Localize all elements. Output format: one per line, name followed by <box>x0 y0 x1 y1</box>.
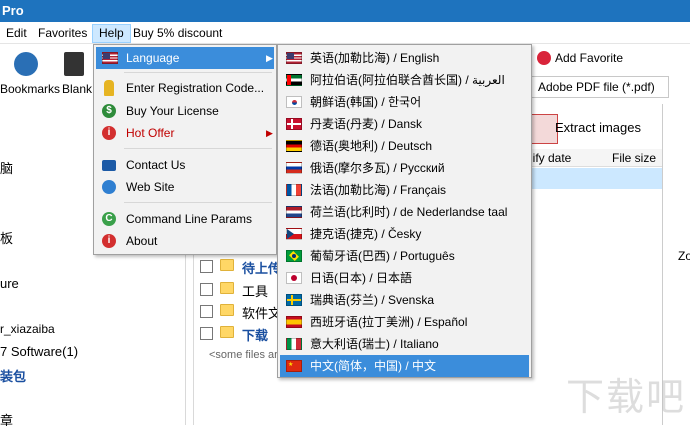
zoom-label: Zo <box>678 249 690 263</box>
language-item[interactable]: 朝鲜语(韩国) / 한국어 <box>280 91 529 113</box>
bookmarks-button[interactable]: Bookmarks <box>0 82 60 96</box>
dollar-icon: $ <box>102 104 116 118</box>
tree-item[interactable]: r_xiazaiba <box>0 322 55 336</box>
language-menu: 英语(加勒比海) / English 阿拉伯语(阿拉伯联合酋长国) / العر… <box>277 44 532 378</box>
hidden-files-note: <some files are <box>209 349 284 361</box>
uae-flag-icon <box>286 74 302 86</box>
language-item[interactable]: 意大利语(瑞士) / Italiano <box>280 333 529 355</box>
brazil-flag-icon <box>286 250 302 262</box>
globe-icon <box>102 180 116 194</box>
command-icon: C <box>102 212 116 226</box>
language-item[interactable]: 荷兰语(比利时) / de Nederlandse taal <box>280 201 529 223</box>
language-item[interactable]: 葡萄牙语(巴西) / Português <box>280 245 529 267</box>
menu-item-about[interactable]: i About <box>96 230 274 252</box>
language-item-selected[interactable]: ★ 中文(简体，中国) / 中文 <box>280 355 529 377</box>
folder-icon <box>220 304 234 316</box>
file-type-select[interactable]: Adobe PDF file (*.pdf) <box>519 76 669 98</box>
menu-help[interactable]: Help <box>92 24 131 43</box>
japan-flag-icon <box>286 272 302 284</box>
czech-flag-icon <box>286 228 302 240</box>
language-item[interactable]: 阿拉伯语(阿拉伯联合酋长国) / العربية <box>280 69 529 91</box>
korea-flag-icon <box>286 96 302 108</box>
menu-item-buy-license[interactable]: $ Buy Your License <box>96 100 274 122</box>
menu-separator <box>124 72 272 73</box>
language-item[interactable]: 德语(奥地利) / Deutsch <box>280 135 529 157</box>
italy-flag-icon <box>286 338 302 350</box>
submenu-arrow-icon: ▶ <box>266 47 273 69</box>
us-flag-icon <box>286 52 302 64</box>
menu-item-command-line[interactable]: C Command Line Params <box>96 208 274 230</box>
menu-separator <box>124 148 272 149</box>
extract-images-icon <box>528 114 558 144</box>
folder-icon <box>220 259 234 271</box>
netherlands-flag-icon <box>286 206 302 218</box>
menu-edit[interactable]: Edit <box>0 24 33 43</box>
language-item[interactable]: 英语(加勒比海) / English <box>280 47 529 69</box>
menu-bar: Edit Favorites Help Buy 5% discount <box>0 22 690 44</box>
column-file-size[interactable]: File size <box>612 151 656 165</box>
column-header-row: lify date File size <box>528 149 662 167</box>
menu-item-contact[interactable]: Contact Us <box>96 154 274 176</box>
title-bar: Pro <box>0 0 690 22</box>
us-flag-icon <box>102 52 118 64</box>
row-checkbox[interactable] <box>200 305 213 318</box>
sweden-flag-icon <box>286 294 302 306</box>
language-item[interactable]: 西班牙语(拉丁美洲) / Español <box>280 311 529 333</box>
tree-item[interactable]: 装包 <box>0 366 26 385</box>
russia-flag-icon <box>286 162 302 174</box>
menu-item-registration[interactable]: Enter Registration Code... <box>96 77 274 99</box>
language-item[interactable]: 日语(日本) / 日本語 <box>280 267 529 289</box>
column-modify-date[interactable]: lify date <box>530 151 571 165</box>
france-flag-icon <box>286 184 302 196</box>
bookmarks-icon <box>14 52 38 76</box>
language-item[interactable]: 法语(加勒比海) / Français <box>280 179 529 201</box>
tree-item[interactable]: 章 <box>0 410 13 429</box>
menu-favorites[interactable]: Favorites <box>32 24 93 43</box>
file-type-value: Adobe PDF file (*.pdf) <box>538 80 655 94</box>
submenu-arrow-icon: ▶ <box>266 122 273 144</box>
menu-separator <box>124 202 272 203</box>
extract-images-button[interactable]: Extract images <box>555 120 641 135</box>
heart-icon <box>537 51 551 65</box>
help-menu: Language ▶ Enter Registration Code... $ … <box>93 44 277 255</box>
tree-item[interactable]: ure <box>0 276 19 291</box>
row-checkbox[interactable] <box>200 260 213 273</box>
file-name: 工具 <box>242 281 268 300</box>
folder-icon <box>220 326 234 338</box>
row-checkbox[interactable] <box>200 327 213 340</box>
language-item[interactable]: 瑞典语(芬兰) / Svenska <box>280 289 529 311</box>
menu-buy-discount[interactable]: Buy 5% discount <box>127 24 228 43</box>
key-icon <box>104 80 114 96</box>
language-item[interactable]: 丹麦语(丹麦) / Dansk <box>280 113 529 135</box>
menu-item-website[interactable]: Web Site <box>96 176 274 198</box>
row-checkbox[interactable] <box>200 283 213 296</box>
language-item[interactable]: 俄语(摩尔多瓦) / Русский <box>280 157 529 179</box>
window-title: Pro <box>2 3 24 18</box>
add-favorite-button[interactable]: Add Favorite <box>555 51 623 65</box>
file-name: 下载 <box>242 325 268 344</box>
tree-item[interactable]: 脑 <box>0 158 13 177</box>
file-name: 待上传 <box>242 258 281 277</box>
menu-item-language[interactable]: Language ▶ <box>96 47 274 69</box>
file-name: 软件文 <box>242 303 281 322</box>
blank-page-icon <box>64 52 84 76</box>
menu-item-hot-offer[interactable]: i Hot Offer ▶ <box>96 122 274 144</box>
selected-row[interactable] <box>528 168 662 189</box>
tree-item[interactable]: 7 Software(1) <box>0 344 78 359</box>
germany-flag-icon <box>286 140 302 152</box>
folder-icon <box>220 282 234 294</box>
info-icon: i <box>102 234 116 248</box>
language-item[interactable]: 捷克语(捷克) / Česky <box>280 223 529 245</box>
spain-flag-icon <box>286 316 302 328</box>
tree-item[interactable]: 板 <box>0 228 13 247</box>
info-icon: i <box>102 126 116 140</box>
denmark-flag-icon <box>286 118 302 130</box>
mail-icon <box>102 160 116 171</box>
china-flag-icon: ★ <box>286 360 302 372</box>
watermark: 下载吧 <box>566 366 686 421</box>
